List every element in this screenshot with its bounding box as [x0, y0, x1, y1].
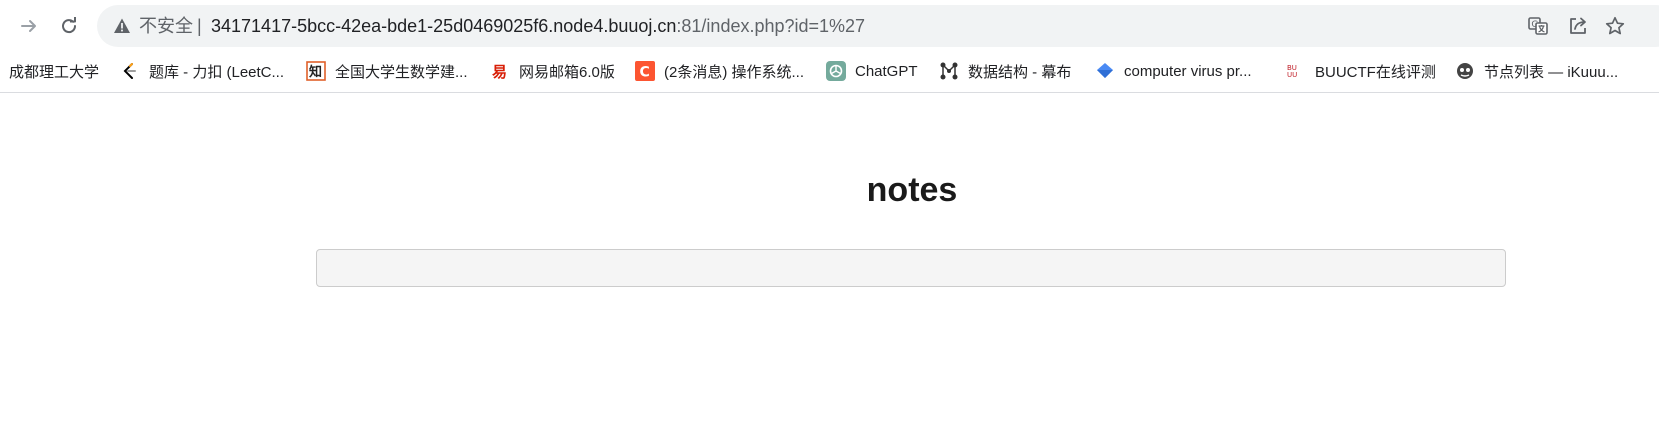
csdn-icon: C	[635, 61, 655, 81]
bookmark-label: 数据结构 - 幕布	[968, 63, 1072, 81]
bookmark-label: 节点列表 — iKuuu...	[1484, 63, 1619, 81]
translate-button[interactable]: G	[1527, 15, 1549, 37]
bookmark-label: computer virus pr...	[1124, 62, 1252, 80]
chatgpt-icon	[826, 61, 846, 81]
note-display-box	[316, 249, 1506, 287]
warning-icon[interactable]	[113, 17, 131, 35]
svg-text:知: 知	[309, 64, 322, 80]
svg-text:易: 易	[492, 63, 507, 80]
page-title: notes	[866, 171, 958, 209]
bookmark-item[interactable]: 题库 - 力扣 (LeetC...	[120, 55, 284, 87]
bookmark-label: (2条消息) 操作系统...	[664, 63, 805, 81]
bookmarks-bar: 成都理工大学 题库 - 力扣 (LeetC... 知 全国大学生数学建... 易…	[0, 55, 1659, 87]
mubu-icon	[939, 61, 959, 81]
bookmark-item[interactable]: 易 网易邮箱6.0版	[490, 55, 615, 87]
url-text[interactable]: 34171417-5bcc-42ea-bde1-25d0469025f6.nod…	[211, 15, 865, 37]
url-host: 34171417-5bcc-42ea-bde1-25d0469025f6.nod…	[211, 16, 677, 36]
bookmark-star-button[interactable]	[1604, 15, 1626, 37]
browser-toolbar: 不安全 | 34171417-5bcc-42ea-bde1-25d0469025…	[0, 0, 1659, 52]
bookmark-item[interactable]: BU UU BUUCTF在线评测	[1286, 55, 1436, 87]
page-content: notes	[0, 93, 1659, 437]
security-status-label[interactable]: 不安全	[139, 15, 193, 37]
arrow-right-icon	[21, 20, 36, 32]
bookmark-item[interactable]: ChatGPT	[826, 55, 918, 87]
bookmark-label: BUUCTF在线评测	[1315, 63, 1436, 81]
share-button[interactable]	[1567, 15, 1589, 37]
diamond-icon	[1095, 61, 1115, 81]
netease-icon: 易	[490, 61, 510, 81]
bookmark-label: 网易邮箱6.0版	[519, 63, 615, 81]
bookmark-item[interactable]: computer virus pr...	[1095, 55, 1252, 87]
bookmark-label: 成都理工大学	[9, 63, 100, 81]
address-separator: |	[197, 16, 202, 36]
svg-text:C: C	[640, 65, 650, 81]
buuctf-icon: BU UU	[1286, 61, 1306, 81]
zhi-icon: 知	[306, 61, 326, 81]
address-bar[interactable]: 不安全 | 34171417-5bcc-42ea-bde1-25d0469025…	[97, 5, 1659, 47]
bookmark-item[interactable]: C (2条消息) 操作系统...	[635, 55, 804, 87]
bookmark-item[interactable]: 成都理工大学	[9, 55, 99, 87]
bookmark-item[interactable]: 数据结构 - 幕布	[939, 55, 1071, 87]
star-icon	[1605, 16, 1625, 35]
browser-chrome: 不安全 | 34171417-5bcc-42ea-bde1-25d0469025…	[0, 0, 1659, 93]
svg-text:UU: UU	[1287, 71, 1297, 79]
bookmark-label: 题库 - 力扣 (LeetC...	[149, 63, 285, 81]
bookmark-item[interactable]: 知 全国大学生数学建...	[306, 55, 468, 87]
bookmark-item[interactable]: 节点列表 — iKuuu...	[1455, 55, 1618, 87]
leetcode-icon	[120, 61, 140, 81]
forward-button[interactable]	[13, 10, 45, 42]
bookmark-label: 全国大学生数学建...	[335, 63, 468, 81]
share-icon	[1570, 17, 1586, 34]
translate-icon: G	[1528, 17, 1548, 35]
reload-icon	[62, 17, 77, 34]
bookmark-label: ChatGPT	[855, 62, 918, 80]
reload-button[interactable]	[53, 10, 85, 42]
ikuuu-icon	[1455, 61, 1475, 81]
url-path: :81/index.php?id=1%27	[676, 16, 866, 36]
